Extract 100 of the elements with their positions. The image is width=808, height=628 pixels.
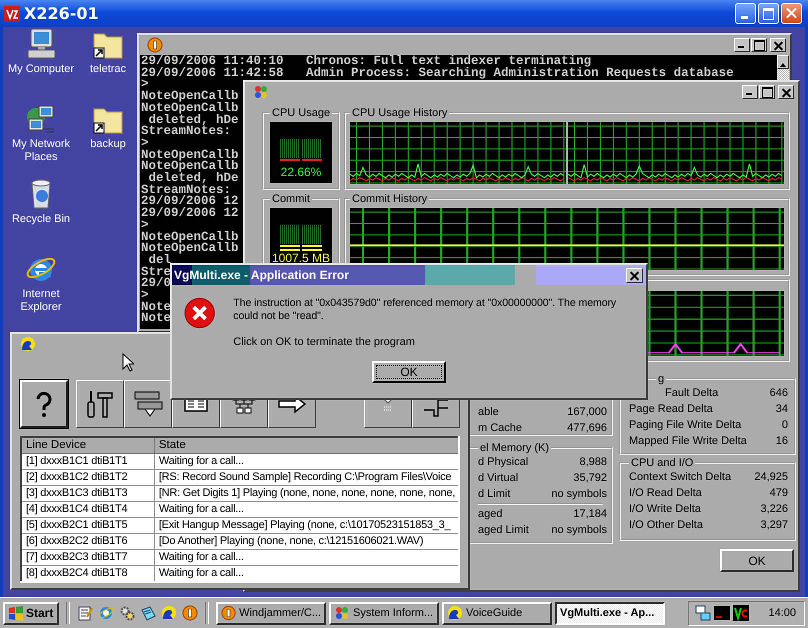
tools-icon: [87, 390, 113, 418]
close-button[interactable]: [770, 38, 786, 52]
minimize-button[interactable]: [742, 85, 758, 99]
window-title: X226-01: [24, 4, 99, 23]
stat-label: I/O Read Delta: [629, 486, 702, 501]
table-cell: [NR: Get Digits 1] Playing (none, none, none, none, none, none,: [154, 486, 459, 502]
console-line: del: [148, 254, 172, 267]
mouse-pointer-icon: [122, 353, 134, 372]
start-button[interactable]: Start: [3, 602, 59, 624]
ok-button[interactable]: OK: [372, 361, 446, 383]
table-cell: [6] dxxxB2C2 dtiB1T6: [21, 534, 154, 550]
console-line: >: [141, 290, 149, 302]
stat-value: no symbols: [551, 487, 607, 502]
error-message: The instruction at "0x043579d0" referenced memory at "0x00000000". The memory could not be "read".: [233, 297, 618, 323]
desktop-icon-label[interactable]: backup: [90, 138, 126, 151]
console-line: StreamNotes:: [141, 184, 232, 196]
cpu-reading: 22.66%: [280, 165, 322, 179]
console-line: Note: [141, 313, 172, 326]
group-title: Commit History: [351, 193, 428, 205]
stat-label: d Physical: [478, 455, 528, 470]
stat-label: Context Switch Delta: [629, 470, 732, 485]
network-icon[interactable]: [695, 605, 712, 621]
stat-label: Fault Delta: [664, 386, 718, 401]
desktop-icon-label[interactable]: Internet Explorer: [3, 288, 79, 314]
desktop-icon-label[interactable]: My Network Places: [3, 138, 79, 164]
console-line: >: [141, 220, 149, 232]
computer-icon[interactable]: [25, 28, 57, 60]
lamp-icon: [221, 605, 236, 621]
stat-value: 34: [776, 402, 788, 417]
console-line: NoteOpenCallb: [141, 243, 239, 255]
head-icon[interactable]: [161, 605, 177, 621]
console-line: Note: [141, 302, 172, 314]
column-header[interactable]: State: [154, 437, 459, 454]
stat-value: 24,925: [754, 470, 788, 485]
table-cell: [2] dxxxB1C2 dtiB1T2: [21, 470, 154, 486]
maximize-button[interactable]: [751, 38, 767, 52]
gears-icon[interactable]: [119, 605, 135, 621]
question-mark-icon: [36, 390, 52, 418]
flag-icon: [8, 605, 24, 621]
book-icon[interactable]: [140, 605, 156, 621]
stat-value: 477,696: [567, 421, 607, 436]
desktop-icon-label[interactable]: teletrac: [90, 63, 126, 76]
close-button[interactable]: [778, 85, 794, 99]
scroll-up-button[interactable]: [777, 55, 789, 69]
colored-dots-icon: [253, 84, 269, 100]
console-line: deleted, hDe: [148, 173, 239, 185]
group-title: CPU Usage: [271, 107, 332, 119]
console-line: 29/09/2006 11:40:10 Chronos: Full text indexer terminating: [141, 56, 592, 68]
console-line: 29/0: [141, 278, 172, 290]
taskbar-button[interactable]: VgMulti.exe - Ap...: [555, 602, 665, 624]
globe-icon[interactable]: [98, 605, 114, 621]
stat-label: m Cache: [478, 421, 522, 436]
ok-button[interactable]: OK: [720, 549, 794, 572]
table-cell: Waiting for a call...: [154, 454, 459, 470]
taskbar-button[interactable]: VoiceGuide: [442, 602, 552, 624]
column-header[interactable]: Line Device: [21, 437, 154, 454]
console-line: Stre: [141, 266, 172, 278]
stat-label: d Limit: [478, 487, 510, 502]
taskbar-button[interactable]: Windjammer/C...: [216, 602, 326, 624]
toolbar-button[interactable]: [20, 380, 68, 428]
stat-label: Mapped File Write Delta: [629, 434, 747, 449]
clock: 14:00: [768, 607, 796, 619]
desktop-icon-label[interactable]: Recycle Bin: [12, 213, 70, 226]
table-cell: [7] dxxxB2C3 dtiB1T7: [21, 550, 154, 566]
console-line: 29/09/2006 12: [141, 208, 239, 220]
close-button[interactable]: [626, 268, 643, 282]
stat-label: I/O Write Delta: [629, 502, 701, 517]
console-line: 29/09/2006 11:42:58 Admin Process: Searching Administration Requests database: [141, 68, 734, 80]
toolbar-button[interactable]: [76, 380, 124, 428]
stat-label: able: [478, 405, 499, 420]
group-title: g: [657, 373, 666, 385]
dialog-title: VgMulti.exe - Application Error: [174, 268, 349, 282]
stat-value: 8,988: [579, 455, 607, 470]
taskbar-button[interactable]: System Inform...: [329, 602, 439, 624]
notepad-icon[interactable]: [77, 605, 93, 621]
network-computers-icon[interactable]: [25, 103, 57, 135]
toolbar-button[interactable]: [124, 380, 172, 428]
stat-label: Page Read Delta: [629, 402, 713, 417]
stat-label: aged Limit: [478, 523, 529, 538]
maximize-button[interactable]: [759, 85, 775, 99]
table-cell: [4] dxxxB1C4 dtiB1T4: [21, 502, 154, 518]
desktop-icon-label[interactable]: My Computer: [8, 63, 74, 76]
stat-value: no symbols: [551, 523, 607, 538]
tray-app-icon[interactable]: [733, 605, 750, 621]
console-line: NoteOpenCallb: [141, 91, 239, 103]
group-title: CPU Usage History: [351, 107, 448, 119]
stat-label: d Virtual: [478, 471, 518, 486]
terminal-icon[interactable]: [714, 605, 730, 621]
minimize-button[interactable]: [734, 38, 750, 52]
stat-label: Paging File Write Delta: [629, 418, 742, 433]
table-cell: [Do Another] Playing (none, none, c:\12151606021.WAV): [154, 534, 459, 550]
console-line: NoteOpenCallb: [141, 102, 239, 115]
console-line: deleted, hDe: [148, 114, 239, 126]
lamp-icon[interactable]: [182, 605, 198, 621]
app-icon: [4, 6, 20, 22]
stat-label: I/O Other Delta: [629, 518, 703, 533]
stat-value: 0: [782, 418, 788, 433]
error-instruction: Click on OK to terminate the program: [233, 336, 416, 349]
console-line: NoteOpenCallb: [141, 150, 239, 162]
stat-value: 3,226: [760, 502, 788, 517]
